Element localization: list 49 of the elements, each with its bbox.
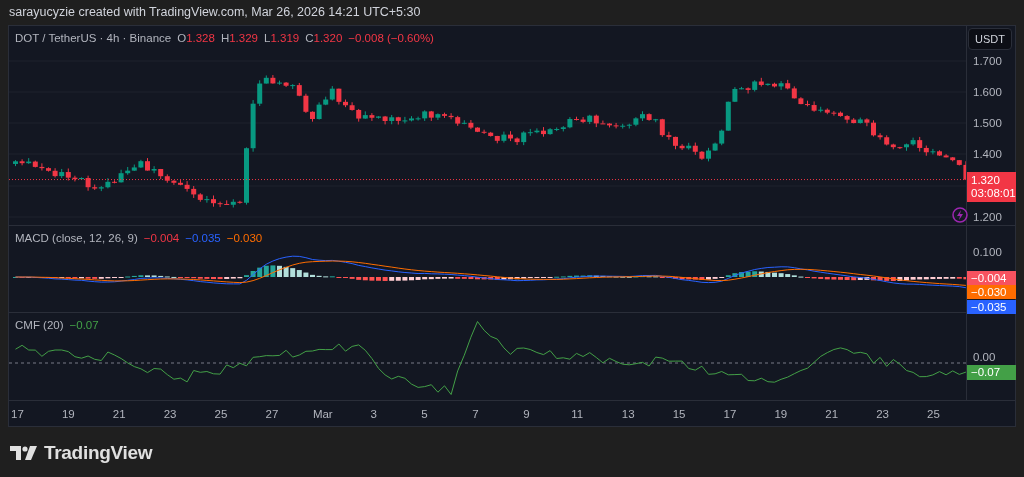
ohlc-value: O1.328 bbox=[177, 32, 215, 44]
time-label: 17 bbox=[723, 407, 737, 420]
last-price: 1.320 bbox=[971, 173, 1001, 187]
value-badge: −0.035 bbox=[967, 300, 1016, 314]
change-value: −0.008 (−0.60%) bbox=[348, 32, 434, 44]
value-badge: −0.004 bbox=[967, 271, 1016, 285]
countdown-timer: 03:08:01 bbox=[971, 186, 1016, 200]
lightning-icon bbox=[952, 207, 968, 223]
price-label: 1.200 bbox=[973, 211, 1002, 223]
symbol-label: DOT / TetherUS · 4h · Binance bbox=[15, 32, 172, 44]
indicator-title: MACD (close, 12, 26, 9) bbox=[15, 232, 138, 244]
time-label: 13 bbox=[621, 407, 635, 420]
price-label: 1.400 bbox=[973, 148, 1002, 160]
time-label: 19 bbox=[61, 407, 75, 420]
indicator-value: −0.035 bbox=[185, 232, 221, 244]
time-label: 11 bbox=[571, 407, 584, 420]
time-label: 25 bbox=[927, 407, 940, 420]
value-badge: −0.030 bbox=[967, 285, 1016, 299]
time-label: 21 bbox=[112, 407, 126, 420]
time-label: 23 bbox=[163, 407, 177, 420]
time-label: 17 bbox=[11, 407, 24, 420]
brand-name: TradingView bbox=[44, 442, 153, 464]
indicator-value: −0.004 bbox=[143, 232, 180, 244]
price-label: 1.700 bbox=[973, 55, 1002, 67]
time-label: 5 bbox=[421, 407, 428, 420]
time-label: 27 bbox=[265, 407, 279, 420]
time-label: 9 bbox=[523, 407, 530, 420]
time-label: 25 bbox=[214, 407, 228, 420]
indicator-value: −0.07 bbox=[69, 319, 99, 331]
indicator-title: CMF (20) bbox=[15, 319, 64, 331]
value-badge: −0.07 bbox=[967, 365, 1016, 380]
currency-button[interactable]: USDT bbox=[968, 28, 1012, 50]
ohlc-value: L1.319 bbox=[264, 32, 300, 44]
indicator-value: −0.030 bbox=[226, 232, 263, 244]
price-label: 1.600 bbox=[973, 86, 1002, 98]
time-label: 15 bbox=[672, 407, 686, 420]
time-label: 23 bbox=[876, 407, 889, 420]
logo-icon bbox=[10, 446, 38, 460]
time-label: 3 bbox=[370, 407, 377, 420]
credit-text: sarayucyzie created with TradingView.com, Mar 26, 2026 14:21 UTC+5:30 bbox=[9, 5, 421, 19]
time-label: Mar bbox=[312, 407, 333, 420]
ohlc-value: H1.329 bbox=[220, 32, 258, 44]
ohlc-value: C1.320 bbox=[305, 32, 343, 44]
scale-label: 0.100 bbox=[973, 246, 1002, 258]
time-label: 7 bbox=[472, 407, 479, 420]
time-label: 19 bbox=[774, 407, 788, 420]
time-label: 21 bbox=[825, 407, 839, 420]
price-label: 1.500 bbox=[973, 117, 1002, 129]
scale-label: 0.00 bbox=[973, 351, 996, 363]
